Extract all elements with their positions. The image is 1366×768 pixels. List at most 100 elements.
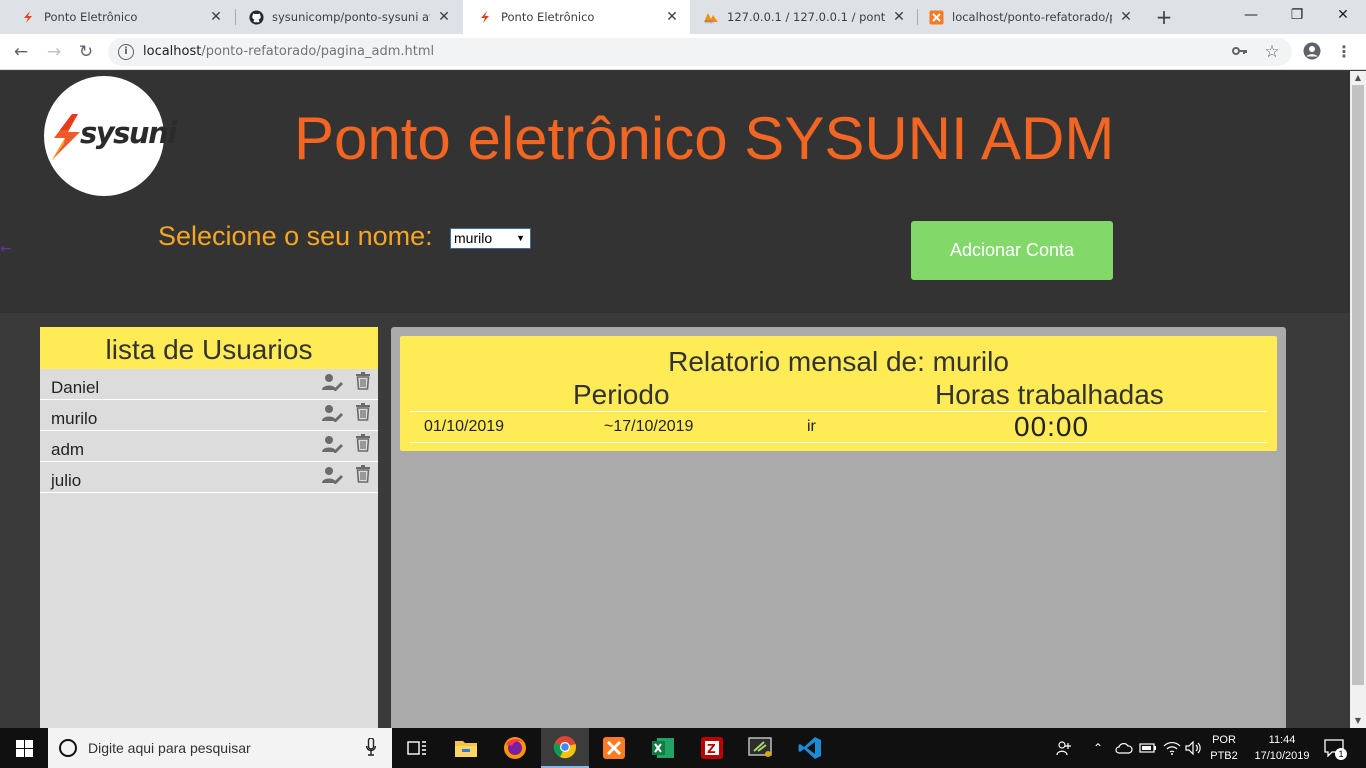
user-name: Daniel [51, 378, 100, 397]
trash-icon[interactable] [355, 372, 371, 390]
firefox-icon[interactable] [491, 728, 539, 768]
edit-user-icon[interactable] [322, 373, 344, 391]
hours-worked-value: 00:00 [1014, 411, 1090, 442]
tab-title: Ponto Eletrônico [501, 10, 595, 24]
vscode-icon[interactable] [786, 728, 834, 768]
scroll-up-icon[interactable]: ▲ [1350, 71, 1366, 85]
search-placeholder: Digite aqui para pesquisar [88, 740, 251, 756]
chevron-up-icon[interactable]: ⌃ [1090, 728, 1106, 768]
windows-taskbar: Digite aqui para pesquisar Z ⌃ POR PTB2 … [0, 728, 1366, 768]
add-account-button[interactable]: Adcionar Conta [911, 221, 1113, 280]
edit-user-icon[interactable] [322, 435, 344, 453]
chrome-icon[interactable] [541, 728, 589, 768]
trash-icon[interactable] [355, 403, 371, 421]
users-panel-title: lista de Usuarios [40, 327, 378, 369]
list-item: Daniel [40, 369, 378, 400]
xampp-icon [928, 9, 944, 25]
select-name-label: Selecione o seu nome: [158, 221, 433, 251]
name-select[interactable]: murilo ▼ [450, 228, 531, 249]
microphone-icon[interactable] [366, 738, 376, 756]
snipping-tool-icon[interactable] [737, 728, 785, 768]
period-column-header: Periodo [573, 379, 670, 410]
svg-text:PMA: PMA [705, 20, 714, 25]
tab-phpmyadmin[interactable]: PMA 127.0.0.1 / 127.0.0.1 / ponto-sy ✕ [691, 0, 917, 34]
user-name: adm [51, 440, 85, 459]
close-icon[interactable]: ✕ [664, 9, 680, 25]
notification-count-badge: 1 [1335, 748, 1347, 760]
page-scrollbar[interactable]: ▲ ▼ [1350, 71, 1366, 728]
report-link[interactable]: ir [807, 418, 816, 436]
tab-title: localhost/ponto-refatorado/ph [952, 10, 1112, 24]
menu-dots-icon[interactable]: ⋮ [1334, 42, 1354, 62]
hours-column-header: Horas trabalhadas [935, 379, 1164, 410]
sysuni-bolt-icon [477, 9, 493, 25]
edit-user-icon[interactable] [322, 466, 344, 484]
lightning-bolt-icon [52, 114, 80, 160]
windows-start-icon[interactable] [0, 728, 48, 768]
close-window-button[interactable]: ✕ [1320, 0, 1366, 30]
clock-time: 11:44 [1268, 734, 1296, 746]
account-icon[interactable] [1302, 42, 1322, 62]
user-name: murilo [51, 409, 98, 428]
new-tab-button[interactable]: + [1152, 5, 1176, 29]
language-code: POR [1212, 734, 1236, 746]
restore-button[interactable]: ❐ [1274, 0, 1320, 30]
browser-toolbar: ← → ↻ i localhost/ponto-refatorado/pagin… [0, 34, 1366, 70]
trash-icon[interactable] [355, 434, 371, 452]
back-arrow-icon[interactable]: ← [9, 40, 33, 64]
taskbar-search-input[interactable]: Digite aqui para pesquisar [48, 728, 392, 768]
minimize-button[interactable]: — [1228, 0, 1274, 30]
info-icon[interactable]: i [118, 44, 134, 60]
volume-icon[interactable] [1184, 728, 1204, 768]
language-indicator[interactable]: POR PTB2 [1206, 732, 1242, 764]
url-text[interactable]: localhost/ponto-refatorado/pagina_adm.ht… [143, 44, 434, 59]
left-arrow-icon: ← [0, 241, 12, 257]
close-icon[interactable]: ✕ [891, 9, 907, 25]
page-title: Ponto eletrônico SYSUNI ADM [294, 105, 1115, 172]
xampp-icon[interactable] [590, 728, 638, 768]
scroll-down-icon[interactable]: ▼ [1350, 714, 1366, 728]
page-content: sysuni Ponto eletrônico SYSUNI ADM ← Sel… [0, 71, 1350, 728]
period-start: 01/10/2019 [424, 418, 505, 435]
star-icon[interactable]: ☆ [1262, 42, 1282, 62]
taskbar-clock[interactable]: 11:44 17/10/2019 [1248, 732, 1316, 764]
close-icon[interactable]: ✕ [208, 9, 224, 25]
url-host: localhost [143, 44, 202, 59]
sysuni-logo: sysuni [44, 76, 177, 196]
wifi-icon[interactable] [1162, 728, 1182, 768]
tab-github[interactable]: sysunicomp/ponto-sysuni at re ✕ [236, 0, 462, 34]
excel-icon[interactable] [639, 728, 687, 768]
trash-icon[interactable] [355, 465, 371, 483]
filezilla-icon[interactable]: Z [688, 728, 736, 768]
users-panel: lista de Usuarios Daniel murilo adm juli… [40, 327, 378, 728]
file-explorer-icon[interactable] [442, 728, 490, 768]
people-icon[interactable] [1054, 728, 1074, 768]
close-icon[interactable]: ✕ [1118, 9, 1134, 25]
list-item: julio [40, 462, 378, 493]
reload-icon[interactable]: ↻ [74, 40, 98, 64]
list-item: murilo [40, 400, 378, 431]
tab-ponto-eletronico-active[interactable]: Ponto Eletrônico ✕ [463, 0, 690, 34]
address-bar[interactable]: i localhost/ponto-refatorado/pagina_adm.… [108, 38, 1292, 66]
edit-user-icon[interactable] [322, 404, 344, 422]
clock-date: 17/10/2019 [1254, 750, 1310, 762]
browser-tab-bar: Ponto Eletrônico ✕ sysunicomp/ponto-sysu… [0, 0, 1366, 34]
close-icon[interactable]: ✕ [436, 9, 452, 25]
logo-text: sysuni [80, 116, 177, 150]
forward-arrow-icon[interactable]: → [42, 40, 66, 64]
url-path: /ponto-refatorado/pagina_adm.html [201, 44, 435, 59]
keyboard-layout: PTB2 [1210, 750, 1238, 762]
key-icon[interactable] [1230, 42, 1250, 62]
phpmyadmin-icon: PMA [703, 9, 719, 25]
report-area: Relatorio mensal de: murilo Periodo Hora… [391, 327, 1286, 728]
user-name: julio [51, 471, 82, 490]
tab-title: Ponto Eletrônico [44, 10, 138, 24]
task-view-icon[interactable] [393, 728, 441, 768]
scroll-thumb[interactable] [1352, 85, 1364, 685]
tab-ponto-eletronico-1[interactable]: Ponto Eletrônico ✕ [0, 0, 234, 34]
tab-title: 127.0.0.1 / 127.0.0.1 / ponto-sy [727, 10, 885, 24]
svg-text:Z: Z [707, 742, 716, 756]
tab-localhost-php[interactable]: localhost/ponto-refatorado/ph ✕ [918, 0, 1144, 34]
cloud-sync-icon[interactable] [1114, 728, 1134, 768]
battery-icon[interactable] [1138, 728, 1158, 768]
